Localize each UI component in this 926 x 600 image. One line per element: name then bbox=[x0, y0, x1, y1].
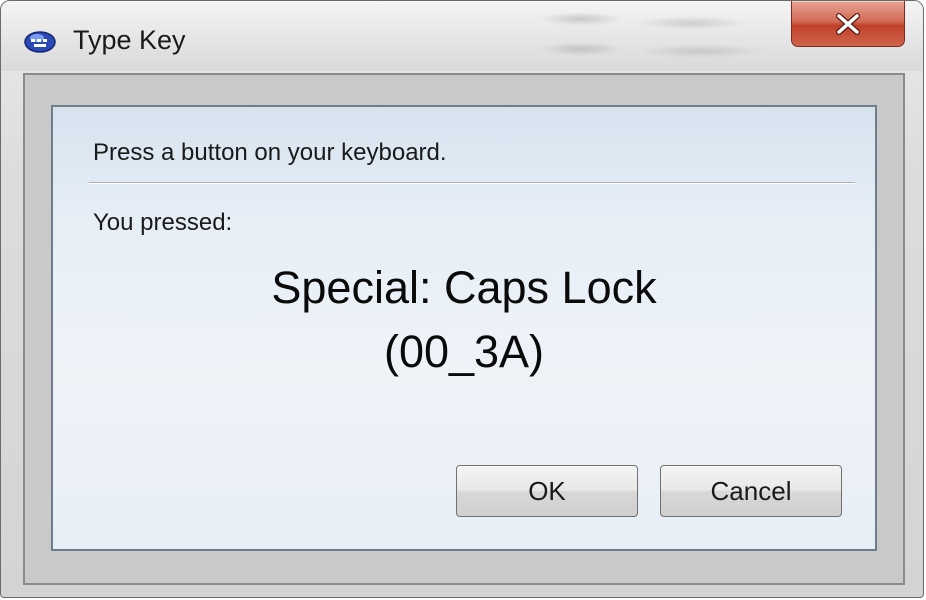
instruction-text: Press a button on your keyboard. bbox=[93, 139, 447, 166]
window-title: Type Key bbox=[73, 25, 186, 55]
close-button[interactable] bbox=[791, 1, 905, 47]
type-key-window: Type Key Press a button on your keyboard… bbox=[0, 0, 924, 598]
title-bar[interactable]: Type Key bbox=[1, 1, 923, 71]
dialog-content: Press a button on your keyboard. You pre… bbox=[51, 105, 877, 551]
cancel-button[interactable]: Cancel bbox=[660, 465, 842, 517]
pressed-label: You pressed: bbox=[93, 209, 233, 236]
keyboard-app-icon bbox=[23, 27, 57, 55]
separator bbox=[89, 182, 855, 184]
close-icon bbox=[835, 12, 861, 35]
key-name: Special: Caps Lock bbox=[271, 262, 657, 313]
title-bar-background bbox=[501, 5, 781, 61]
ok-button[interactable]: OK bbox=[456, 465, 638, 517]
key-code: (00_3A) bbox=[383, 326, 545, 377]
